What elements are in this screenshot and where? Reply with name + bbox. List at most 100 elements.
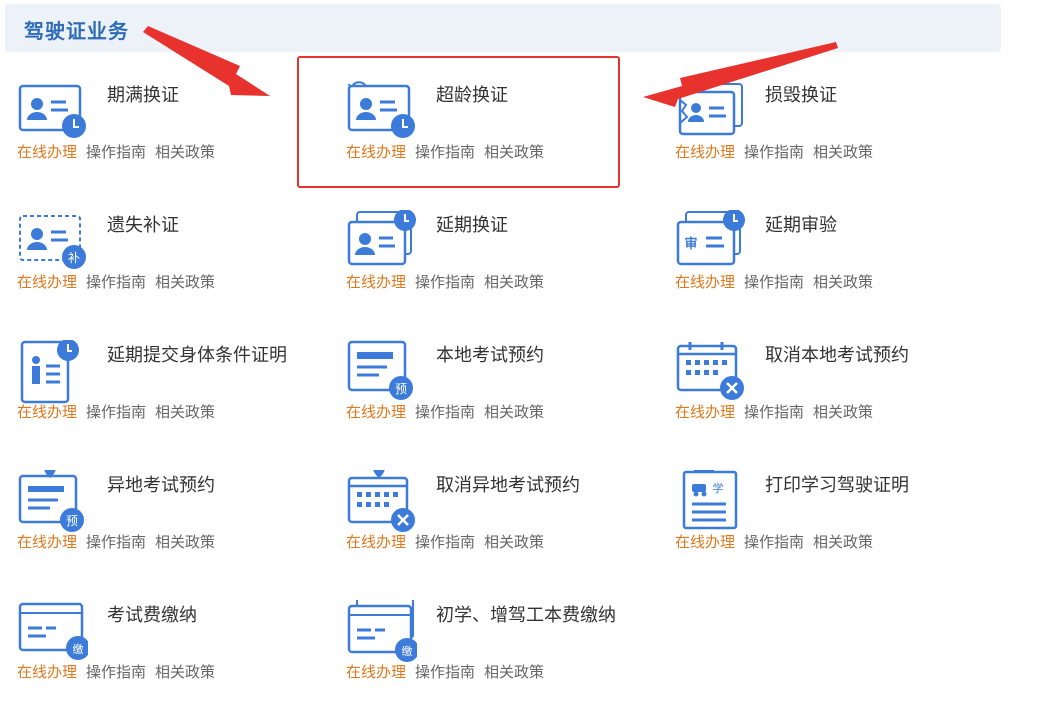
service-item-print-learner-permit: 学 打印学习驾驶证明 在线办理 操作指南 相关政策 [662,470,962,590]
service-item-cancel-local-exam: 取消本地考试预约 在线办理 操作指南 相关政策 [662,340,962,460]
related-policy-link[interactable]: 相关政策 [813,533,873,551]
card-refresh-clock-icon [347,81,415,138]
service-links: 在线办理 操作指南 相关政策 [17,531,224,552]
svg-text:预: 预 [66,514,78,528]
related-policy-link[interactable]: 相关政策 [155,273,215,291]
online-process-link[interactable]: 在线办理 [17,533,77,551]
related-policy-link[interactable]: 相关政策 [484,273,544,291]
service-links: 在线办理 操作指南 相关政策 [346,141,553,162]
operation-guide-link[interactable]: 操作指南 [86,143,146,161]
card-reissue-icon: 补 [19,215,86,269]
service-item-deferred-health-proof: 延期提交身体条件证明 在线办理 操作指南 相关政策 [4,340,304,460]
service-title[interactable]: 取消异地考试预约 [436,473,621,499]
operation-guide-link[interactable]: 操作指南 [744,273,804,291]
svg-text:缴: 缴 [402,644,413,658]
online-process-link[interactable]: 在线办理 [346,533,406,551]
license-fee-payment-icon: 缴 [347,600,417,662]
service-links: 在线办理 操作指南 相关政策 [346,531,553,552]
service-title[interactable]: 延期提交身体条件证明 [107,343,292,369]
service-links: 在线办理 操作指南 相关政策 [17,401,224,422]
operation-guide-link[interactable]: 操作指南 [415,533,475,551]
online-process-link[interactable]: 在线办理 [675,273,735,291]
service-title[interactable]: 期满换证 [107,83,292,109]
operation-guide-link[interactable]: 操作指南 [744,403,804,421]
related-policy-link[interactable]: 相关政策 [813,273,873,291]
online-process-link[interactable]: 在线办理 [17,273,77,291]
health-certificate-icon [20,340,79,404]
online-process-link[interactable]: 在线办理 [675,143,735,161]
related-policy-link[interactable]: 相关政策 [484,143,544,161]
service-title[interactable]: 初学、增驾工本费缴纳 [436,603,621,629]
related-policy-link[interactable]: 相关政策 [484,663,544,681]
service-links: 在线办理 操作指南 相关政策 [17,271,224,292]
remote-calendar-cancel-icon [347,470,415,532]
online-process-link[interactable]: 在线办理 [675,403,735,421]
related-policy-link[interactable]: 相关政策 [155,663,215,681]
service-item-renewal-damaged: 损毁换证 在线办理 操作指南 相关政策 [662,80,962,200]
operation-guide-link[interactable]: 操作指南 [86,663,146,681]
operation-guide-link[interactable]: 操作指南 [415,143,475,161]
service-links: 在线办理 操作指南 相关政策 [675,401,882,422]
svg-text:补: 补 [68,251,80,265]
service-links: 在线办理 操作指南 相关政策 [17,661,224,682]
online-process-link[interactable]: 在线办理 [346,143,406,161]
service-item-local-exam-booking: 预 本地考试预约 在线办理 操作指南 相关政策 [333,340,633,460]
exam-booking-icon: 预 [347,340,413,400]
related-policy-link[interactable]: 相关政策 [813,403,873,421]
service-links: 在线办理 操作指南 相关政策 [346,271,553,292]
service-grid: 期满换证 在线办理操作指南相关政策 超龄换证 在线办理操作指南相关政策 [0,0,1037,715]
related-policy-link[interactable]: 相关政策 [484,403,544,421]
operation-guide-link[interactable]: 操作指南 [86,273,146,291]
online-process-link[interactable]: 在线办理 [17,403,77,421]
service-item-renewal-expired: 期满换证 在线办理 操作指南 相关政策 [4,80,304,200]
operation-guide-link[interactable]: 操作指南 [86,533,146,551]
service-title[interactable]: 延期审验 [765,213,950,239]
online-process-link[interactable]: 在线办理 [346,403,406,421]
service-item-license-fee: 缴 初学、增驾工本费缴纳 在线办理 操作指南 相关政策 [333,600,633,720]
related-policy-link[interactable]: 相关政策 [155,533,215,551]
operation-guide-link[interactable]: 操作指南 [415,273,475,291]
service-links: 在线办理 操作指南 相关政策 [675,141,882,162]
service-item-deferred-renewal: 延期换证 在线办理 操作指南 相关政策 [333,210,633,330]
card-clock-icon [18,84,86,138]
online-process-link[interactable]: 在线办理 [17,663,77,681]
card-damaged-icon [678,83,743,136]
service-links: 在线办理 操作指南 相关政策 [346,661,553,682]
exam-fee-payment-icon: 缴 [18,602,88,660]
service-links: 在线办理 操作指南 相关政策 [675,531,882,552]
operation-guide-link[interactable]: 操作指南 [86,403,146,421]
svg-text:学: 学 [713,481,724,495]
related-policy-link[interactable]: 相关政策 [484,533,544,551]
online-process-link[interactable]: 在线办理 [17,143,77,161]
service-title[interactable]: 损毁换证 [765,83,950,109]
online-process-link[interactable]: 在线办理 [346,273,406,291]
operation-guide-link[interactable]: 操作指南 [744,143,804,161]
service-item-remote-exam-booking: 预 异地考试预约 在线办理 操作指南 相关政策 [4,470,304,590]
operation-guide-link[interactable]: 操作指南 [415,663,475,681]
service-item-deferred-audit: 审 延期审验 在线办理 操作指南 相关政策 [662,210,962,330]
service-item-lost-reissue: 补 遗失补证 在线办理 操作指南 相关政策 [4,210,304,330]
service-title[interactable]: 异地考试预约 [107,473,292,499]
card-deferred-icon [347,210,416,266]
operation-guide-link[interactable]: 操作指南 [415,403,475,421]
svg-text:预: 预 [395,382,407,396]
related-policy-link[interactable]: 相关政策 [813,143,873,161]
service-title[interactable]: 遗失补证 [107,213,292,239]
service-title[interactable]: 本地考试预约 [436,343,621,369]
svg-text:审: 审 [684,236,697,252]
learner-permit-print-icon: 学 [682,470,738,530]
online-process-link[interactable]: 在线办理 [675,533,735,551]
service-title[interactable]: 考试费缴纳 [107,603,292,629]
service-title[interactable]: 打印学习驾驶证明 [765,473,950,499]
service-item-cancel-remote-exam: 取消异地考试预约 在线办理 操作指南 相关政策 [333,470,633,590]
service-title[interactable]: 延期换证 [436,213,621,239]
online-process-link[interactable]: 在线办理 [346,663,406,681]
service-links: 在线办理 操作指南 相关政策 [346,401,553,422]
service-title[interactable]: 取消本地考试预约 [765,343,950,369]
service-title[interactable]: 超龄换证 [436,83,621,109]
related-policy-link[interactable]: 相关政策 [155,403,215,421]
operation-guide-link[interactable]: 操作指南 [744,533,804,551]
service-item-exam-fee: 缴 考试费缴纳 在线办理 操作指南 相关政策 [4,600,304,720]
card-audit-icon: 审 [676,210,745,266]
related-policy-link[interactable]: 相关政策 [155,143,215,161]
